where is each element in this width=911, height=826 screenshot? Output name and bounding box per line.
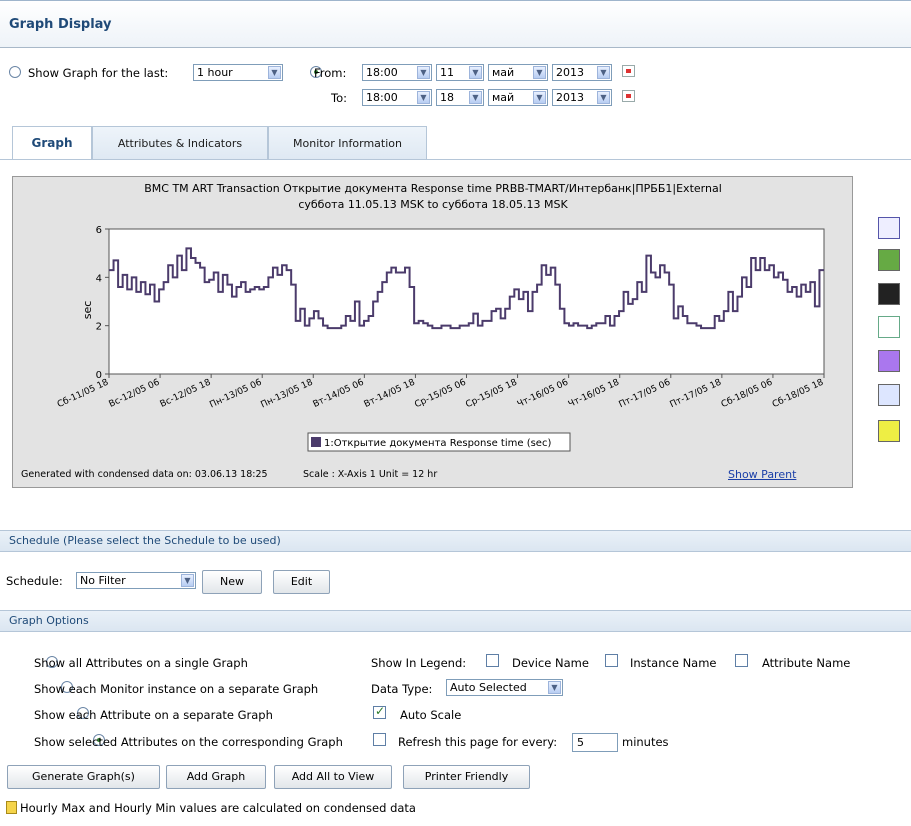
new-schedule-button[interactable]: New xyxy=(202,570,262,594)
chevron-down-icon: ▼ xyxy=(181,574,194,587)
show-last-radio[interactable] xyxy=(9,66,21,78)
data-type-label: Data Type: xyxy=(371,682,433,696)
refresh-checkbox[interactable] xyxy=(373,733,386,746)
alert-icon[interactable] xyxy=(878,350,900,372)
x-tick-label: Сб-18/05 18 xyxy=(771,378,826,411)
legend-label: 1:Открытие документа Response time (sec) xyxy=(324,438,551,449)
x-tick-label: Пт-17/05 06 xyxy=(618,378,673,411)
legend-swatch xyxy=(311,437,321,447)
generate-graphs-button[interactable]: Generate Graph(s) xyxy=(7,765,160,789)
condensed-data-note: Hourly Max and Hourly Min values are cal… xyxy=(20,801,416,815)
chart-panel: BMC TM ART Transaction Открытие документ… xyxy=(12,176,853,488)
graph-add-icon[interactable] xyxy=(878,316,900,338)
show-parent-link[interactable]: Show Parent xyxy=(728,468,796,481)
legend-attribute-label: Attribute Name xyxy=(762,656,851,670)
edit-schedule-button[interactable]: Edit xyxy=(273,570,330,594)
auto-scale-label: Auto Scale xyxy=(400,708,462,722)
show-in-legend-label: Show In Legend: xyxy=(371,656,467,670)
chevron-down-icon: ▼ xyxy=(533,66,546,79)
x-tick-label: Чт-16/05 18 xyxy=(567,378,621,410)
tab-attributes-indicators[interactable]: Attributes & Indicators xyxy=(92,126,268,159)
y-tick-label: 4 xyxy=(96,273,102,284)
chevron-down-icon: ▼ xyxy=(597,66,610,79)
export-icon[interactable] xyxy=(878,249,900,271)
y-tick-label: 2 xyxy=(96,322,102,333)
chevron-down-icon: ▼ xyxy=(417,66,430,79)
from-calendar-icon[interactable] xyxy=(622,65,635,77)
x-tick-label: Сб-18/05 06 xyxy=(720,378,775,411)
add-graph-button[interactable]: Add Graph xyxy=(166,765,266,789)
chevron-down-icon: ▼ xyxy=(597,91,610,104)
x-tick-label: Вт-14/05 18 xyxy=(363,378,417,410)
scale-note: Scale : X-Axis 1 Unit = 12 hr xyxy=(303,469,438,480)
tab-divider xyxy=(0,159,911,160)
option-label: Show each Monitor instance on a separate… xyxy=(34,682,319,696)
x-tick-label: Ср-15/05 18 xyxy=(464,378,519,411)
chevron-down-icon: ▼ xyxy=(533,91,546,104)
to-label: To: xyxy=(331,91,347,105)
tab-graph[interactable]: Graph xyxy=(12,126,92,160)
chevron-down-icon: ▼ xyxy=(548,681,561,694)
report-icon[interactable] xyxy=(878,420,900,442)
chevron-down-icon: ▼ xyxy=(469,91,482,104)
add-all-to-view-button[interactable]: Add All to View xyxy=(274,765,392,789)
option-label: Show each Attribute on a separate Graph xyxy=(34,708,273,722)
to-calendar-icon[interactable] xyxy=(622,90,635,102)
x-tick-label: Вс-12/05 06 xyxy=(108,378,162,410)
legend-device-label: Device Name xyxy=(512,656,589,670)
link-icon[interactable] xyxy=(878,384,900,406)
chart-title: BMC TM ART Transaction Открытие документ… xyxy=(144,182,722,195)
graph-display-header: Graph Display xyxy=(0,0,911,48)
data-type-select[interactable]: Auto Selected ▼ xyxy=(446,679,563,696)
graph-options-header: Graph Options xyxy=(0,610,911,632)
to-day-select[interactable]: 18 ▼ xyxy=(436,89,484,106)
from-time-select[interactable]: 18:00 ▼ xyxy=(362,64,432,81)
x-tick-label: Сб-11/05 18 xyxy=(56,378,111,411)
refresh-label: Refresh this page for every: xyxy=(398,735,558,749)
to-month-select[interactable]: май ▼ xyxy=(488,89,548,106)
from-year-select[interactable]: 2013 ▼ xyxy=(552,64,612,81)
option-label: Show all Attributes on a single Graph xyxy=(34,656,248,670)
schedule-select[interactable]: No Filter ▼ xyxy=(76,572,196,589)
info-note-icon xyxy=(6,801,17,814)
legend-device-checkbox[interactable] xyxy=(486,654,499,667)
x-tick-label: Вт-14/05 06 xyxy=(312,378,366,410)
x-tick-label: Вс-12/05 18 xyxy=(159,378,213,410)
refresh-interval-input[interactable]: 5 xyxy=(572,733,618,752)
zoom-icon[interactable] xyxy=(878,217,900,239)
x-tick-label: Ср-15/05 06 xyxy=(413,378,468,411)
x-tick-label: Пт-17/05 18 xyxy=(669,378,724,411)
legend-instance-label: Instance Name xyxy=(630,656,717,670)
from-day-select[interactable]: 11 ▼ xyxy=(436,64,484,81)
y-axis-label: sec xyxy=(81,301,94,320)
x-tick-label: Пн-13/05 06 xyxy=(208,378,263,411)
response-time-chart: BMC TM ART Transaction Открытие документ… xyxy=(56,182,826,452)
schedule-label: Schedule: xyxy=(6,574,63,588)
x-tick-label: Пн-13/05 18 xyxy=(259,378,314,411)
legend-attribute-checkbox[interactable] xyxy=(735,654,748,667)
x-tick-label: Чт-16/05 06 xyxy=(516,378,570,410)
show-last-label: Show Graph for the last: xyxy=(28,66,169,80)
to-time-select[interactable]: 18:00 ▼ xyxy=(362,89,432,106)
y-tick-label: 6 xyxy=(96,225,102,236)
chevron-down-icon: ▼ xyxy=(469,66,482,79)
from-month-select[interactable]: май ▼ xyxy=(488,64,548,81)
minutes-label: minutes xyxy=(622,735,669,749)
chart-subtitle: суббота 11.05.13 MSK to суббота 18.05.13… xyxy=(298,198,568,211)
binoculars-add-icon[interactable] xyxy=(878,283,900,305)
auto-scale-checkbox[interactable] xyxy=(373,704,386,719)
tab-monitor-information[interactable]: Monitor Information xyxy=(268,126,427,159)
from-label: From: xyxy=(314,66,347,80)
generated-note: Generated with condensed data on: 03.06.… xyxy=(21,469,268,480)
option-label: Show selected Attributes on the correspo… xyxy=(34,735,343,749)
chevron-down-icon: ▼ xyxy=(268,66,281,79)
schedule-section-header: Schedule (Please select the Schedule to … xyxy=(0,530,911,552)
plot-area xyxy=(108,228,825,375)
printer-friendly-button[interactable]: Printer Friendly xyxy=(403,765,530,789)
legend-instance-checkbox[interactable] xyxy=(605,654,618,667)
page-title: Graph Display xyxy=(9,17,112,32)
to-year-select[interactable]: 2013 ▼ xyxy=(552,89,612,106)
chevron-down-icon: ▼ xyxy=(417,91,430,104)
last-period-select[interactable]: 1 hour ▼ xyxy=(193,64,283,81)
